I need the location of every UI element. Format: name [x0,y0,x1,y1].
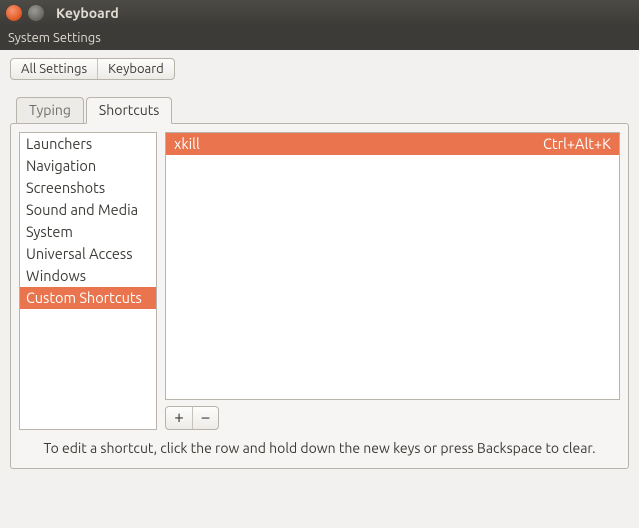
shortcut-row[interactable]: xkillCtrl+Alt+K [166,133,619,155]
breadcrumb-keyboard[interactable]: Keyboard [97,59,174,79]
window-close-button[interactable] [6,5,22,21]
add-button[interactable]: + [166,407,192,429]
breadcrumb-all-settings[interactable]: All Settings [11,59,97,79]
shortcut-accelerator: Ctrl+Alt+K [543,135,611,152]
category-item[interactable]: Launchers [20,133,156,155]
tab-typing[interactable]: Typing [16,97,84,124]
tab-strip: Typing Shortcuts [10,97,629,124]
category-item[interactable]: Sound and Media [20,199,156,221]
window-title: Keyboard [56,5,119,21]
add-remove-group: + − [165,406,219,430]
shortcuts-panel: LaunchersNavigationScreenshotsSound and … [10,123,629,469]
category-item[interactable]: Navigation [20,155,156,177]
shortcut-list[interactable]: xkillCtrl+Alt+K [165,132,620,400]
titlebar: Keyboard [0,0,639,26]
category-item[interactable]: Custom Shortcuts [20,287,156,309]
shortcut-name: xkill [174,135,543,152]
content-area: All Settings Keyboard Typing Shortcuts L… [0,50,639,479]
menubar-label[interactable]: System Settings [8,31,101,45]
menubar: System Settings [0,26,639,50]
breadcrumb: All Settings Keyboard [10,58,175,80]
category-item[interactable]: System [20,221,156,243]
hint-text: To edit a shortcut, click the row and ho… [19,430,620,460]
tab-shortcuts[interactable]: Shortcuts [86,97,172,124]
category-item[interactable]: Universal Access [20,243,156,265]
category-item[interactable]: Windows [20,265,156,287]
category-list[interactable]: LaunchersNavigationScreenshotsSound and … [19,132,157,430]
remove-button[interactable]: − [192,407,218,429]
window-minimize-button[interactable] [28,5,44,21]
category-item[interactable]: Screenshots [20,177,156,199]
